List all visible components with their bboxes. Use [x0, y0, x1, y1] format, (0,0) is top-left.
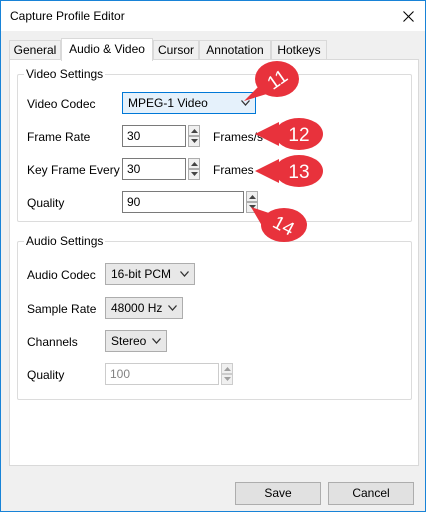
dialog-window: Capture Profile Editor General Audio & V…	[0, 0, 426, 512]
sample-rate-label: Sample Rate	[27, 302, 97, 316]
audio-quality-stepper	[221, 363, 233, 385]
video-quality-label: Quality	[27, 196, 65, 210]
arrow-down-icon	[191, 172, 198, 176]
arrow-up-icon	[191, 162, 198, 166]
audio-codec-value: 16-bit PCM	[111, 267, 172, 281]
sample-rate-select[interactable]: 48000 Hz	[105, 297, 183, 319]
callout-12: 12	[255, 117, 325, 151]
chevron-down-icon	[168, 305, 177, 311]
tab-annotation[interactable]: Annotation	[199, 40, 271, 60]
chevron-down-icon	[152, 338, 161, 344]
video-quality-up-button[interactable]	[246, 191, 258, 202]
tab-strip: General Audio & Video Cursor Annotation …	[9, 38, 419, 61]
frame-rate-stepper[interactable]	[188, 125, 200, 147]
callout-14: 14	[251, 205, 311, 245]
frame-rate-down-button[interactable]	[188, 136, 200, 147]
video-codec-label: Video Codec	[27, 97, 96, 111]
callout-12-number: 12	[288, 125, 309, 146]
close-button[interactable]	[391, 1, 425, 31]
frame-rate-label: Frame Rate	[27, 130, 91, 144]
audio-settings-group: Audio Settings Audio Codec 16-bit PCM Sa…	[17, 234, 412, 400]
channels-select[interactable]: Stereo	[105, 330, 167, 352]
tab-hotkeys[interactable]: Hotkeys	[271, 40, 327, 60]
sample-rate-value: 48000 Hz	[111, 301, 163, 315]
video-codec-value: MPEG-1 Video	[128, 96, 208, 110]
close-icon	[402, 10, 414, 22]
tab-general[interactable]: General	[9, 40, 61, 60]
title-bar: Capture Profile Editor	[1, 1, 425, 31]
callout-11: 11	[240, 59, 302, 105]
cancel-button[interactable]: Cancel	[328, 482, 414, 505]
channels-label: Channels	[27, 335, 78, 349]
audio-quality-input: 100	[105, 363, 219, 385]
key-frame-unit: Frames	[213, 163, 254, 177]
arrow-up-icon	[191, 129, 198, 133]
arrow-down-icon	[191, 139, 198, 143]
arrow-down-icon	[224, 377, 231, 381]
audio-quality-up-button	[221, 363, 233, 374]
channels-value: Stereo	[111, 334, 147, 348]
key-frame-input[interactable]: 30	[122, 158, 186, 180]
audio-codec-select[interactable]: 16-bit PCM	[105, 263, 195, 285]
audio-settings-title: Audio Settings	[24, 234, 106, 248]
key-frame-down-button[interactable]	[188, 169, 200, 180]
video-settings-title: Video Settings	[24, 67, 106, 81]
save-button[interactable]: Save	[235, 482, 321, 505]
key-frame-label: Key Frame Every	[27, 163, 120, 177]
frame-rate-input[interactable]: 30	[122, 125, 186, 147]
window-title: Capture Profile Editor	[10, 9, 125, 23]
video-codec-select[interactable]: MPEG-1 Video	[122, 92, 256, 114]
key-frame-stepper[interactable]	[188, 158, 200, 180]
frame-rate-up-button[interactable]	[188, 125, 200, 136]
video-settings-group: Video Settings Video Codec MPEG-1 Video …	[17, 67, 412, 222]
tab-panel-audio-video: Video Settings Video Codec MPEG-1 Video …	[9, 59, 419, 466]
arrow-up-icon	[224, 367, 231, 371]
callout-13: 13	[255, 154, 325, 188]
audio-codec-label: Audio Codec	[27, 268, 96, 282]
video-quality-input[interactable]: 90	[122, 191, 244, 213]
callout-13-number: 13	[288, 162, 309, 183]
audio-quality-down-button	[221, 374, 233, 385]
tab-audio-video[interactable]: Audio & Video	[61, 38, 153, 61]
key-frame-up-button[interactable]	[188, 158, 200, 169]
arrow-up-icon	[249, 195, 256, 199]
chevron-down-icon	[180, 271, 189, 277]
tab-cursor[interactable]: Cursor	[153, 40, 199, 60]
audio-quality-label: Quality	[27, 368, 65, 382]
